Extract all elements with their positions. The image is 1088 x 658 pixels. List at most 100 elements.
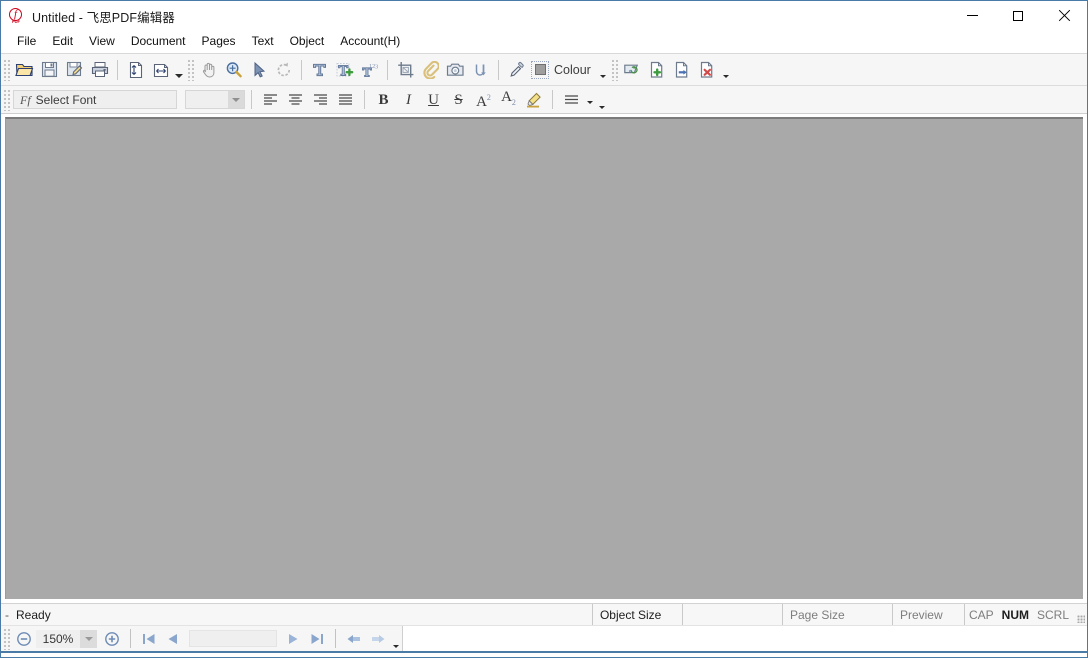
line-spacing-dropdown-button[interactable] (584, 89, 596, 111)
zoom-tool-icon (225, 61, 243, 79)
toolbar-grip[interactable] (3, 89, 10, 111)
document-canvas[interactable] (5, 117, 1083, 599)
camera-snapshot-button[interactable] (443, 58, 468, 82)
document-viewport[interactable] (1, 114, 1087, 603)
highlight-icon (525, 92, 542, 108)
add-text-button[interactable] (332, 58, 357, 82)
line-spacing-icon (564, 93, 579, 106)
rotate-button[interactable] (271, 58, 296, 82)
toolbar-grip[interactable] (3, 59, 10, 81)
line-spacing-button[interactable] (559, 89, 584, 111)
fit-dropdown-button[interactable] (173, 58, 185, 82)
font-family-select[interactable]: Ff Select Font (13, 90, 177, 109)
toolbar-grip[interactable] (611, 59, 618, 81)
italic-button[interactable]: I (396, 89, 421, 111)
navigation-toolbar: 150% (1, 625, 1087, 653)
format-toolbar-overflow-button[interactable] (596, 89, 608, 111)
page-group-dropdown-button[interactable] (720, 58, 732, 82)
open-folder-icon (15, 61, 34, 79)
menu-item-text[interactable]: Text (244, 32, 282, 52)
zoom-tool-button[interactable] (221, 58, 246, 82)
menu-item-view[interactable]: View (81, 32, 123, 52)
page-rotate-icon (623, 61, 642, 78)
align-justify-icon (338, 93, 353, 106)
menu-item-edit[interactable]: Edit (44, 32, 81, 52)
toolbar-separator (552, 90, 553, 109)
close-button[interactable] (1041, 1, 1087, 30)
zoom-level-dropdown[interactable] (80, 630, 97, 648)
toolbar-separator (130, 629, 131, 648)
save-icon (41, 61, 58, 78)
open-button[interactable] (12, 58, 37, 82)
text-tool-button[interactable] (307, 58, 332, 82)
back-view-icon (345, 632, 363, 646)
superscript-button[interactable]: A2 (471, 89, 496, 111)
align-left-icon (263, 93, 278, 106)
align-justify-button[interactable] (333, 89, 358, 111)
first-page-button[interactable] (137, 628, 161, 650)
status-bar: - Ready Object Size Page Size Preview CA… (1, 603, 1087, 625)
strikethrough-icon: S (454, 92, 462, 108)
font-icon: Ff (14, 94, 36, 106)
status-dash: - (5, 608, 16, 622)
hand-tool-button[interactable] (196, 58, 221, 82)
maximize-button[interactable] (995, 1, 1041, 30)
font-family-value: Select Font (36, 93, 97, 107)
link-curve-button[interactable] (468, 58, 493, 82)
fit-page-height-button[interactable] (123, 58, 148, 82)
crop-button[interactable] (393, 58, 418, 82)
page-delete-button[interactable] (695, 58, 720, 82)
zoom-level-value[interactable]: 150% (36, 630, 80, 648)
page-add-button[interactable] (645, 58, 670, 82)
toolbar-separator (498, 60, 499, 80)
toolbar-grip[interactable] (187, 59, 194, 81)
eyedropper-button[interactable] (504, 58, 529, 82)
chevron-down-icon (587, 101, 593, 104)
align-right-button[interactable] (308, 89, 333, 111)
save-button[interactable] (37, 58, 62, 82)
print-button[interactable] (87, 58, 112, 82)
save-as-button[interactable] (62, 58, 87, 82)
text-order-button[interactable]: 1 2 3 (357, 58, 382, 82)
window-resize-grip[interactable] (1073, 604, 1087, 625)
align-left-button[interactable] (258, 89, 283, 111)
align-center-button[interactable] (283, 89, 308, 111)
next-page-button[interactable] (281, 628, 305, 650)
menu-item-account[interactable]: Account(H) (332, 32, 408, 52)
subscript-button[interactable]: A2 (496, 89, 521, 111)
page-extract-button[interactable] (670, 58, 695, 82)
camera-snapshot-icon (446, 61, 465, 78)
back-view-button[interactable] (342, 628, 366, 650)
minimize-button[interactable] (949, 1, 995, 30)
toolbar-grip[interactable] (3, 628, 10, 650)
prev-page-button[interactable] (161, 628, 185, 650)
fit-page-width-button[interactable] (148, 58, 173, 82)
menu-item-pages[interactable]: Pages (194, 32, 244, 52)
select-arrow-button[interactable] (246, 58, 271, 82)
forward-view-button[interactable] (366, 628, 390, 650)
attachment-button[interactable] (418, 58, 443, 82)
highlight-button[interactable] (521, 89, 546, 111)
zoom-out-button[interactable] (12, 628, 36, 650)
fit-page-height-icon (127, 61, 144, 79)
close-icon (1058, 10, 1070, 22)
navigation-overflow-button[interactable] (390, 628, 402, 650)
chevron-down-icon (393, 645, 399, 648)
colour-button[interactable]: Colour (529, 58, 597, 82)
colour-dropdown-button[interactable] (597, 58, 609, 82)
strikethrough-button[interactable]: S (446, 89, 471, 111)
page-number-input[interactable] (189, 630, 277, 647)
chevron-down-icon (228, 91, 244, 108)
menu-item-file[interactable]: File (9, 32, 44, 52)
attachment-icon (423, 61, 439, 79)
underline-button[interactable]: U (421, 89, 446, 111)
zoom-in-button[interactable] (100, 628, 124, 650)
menu-item-object[interactable]: Object (282, 32, 333, 52)
page-rotate-button[interactable] (620, 58, 645, 82)
link-curve-icon (473, 61, 489, 79)
menu-item-document[interactable]: Document (123, 32, 194, 52)
status-message-area: - Ready (1, 604, 51, 625)
bold-button[interactable]: B (371, 89, 396, 111)
font-size-select[interactable] (185, 90, 245, 109)
last-page-button[interactable] (305, 628, 329, 650)
